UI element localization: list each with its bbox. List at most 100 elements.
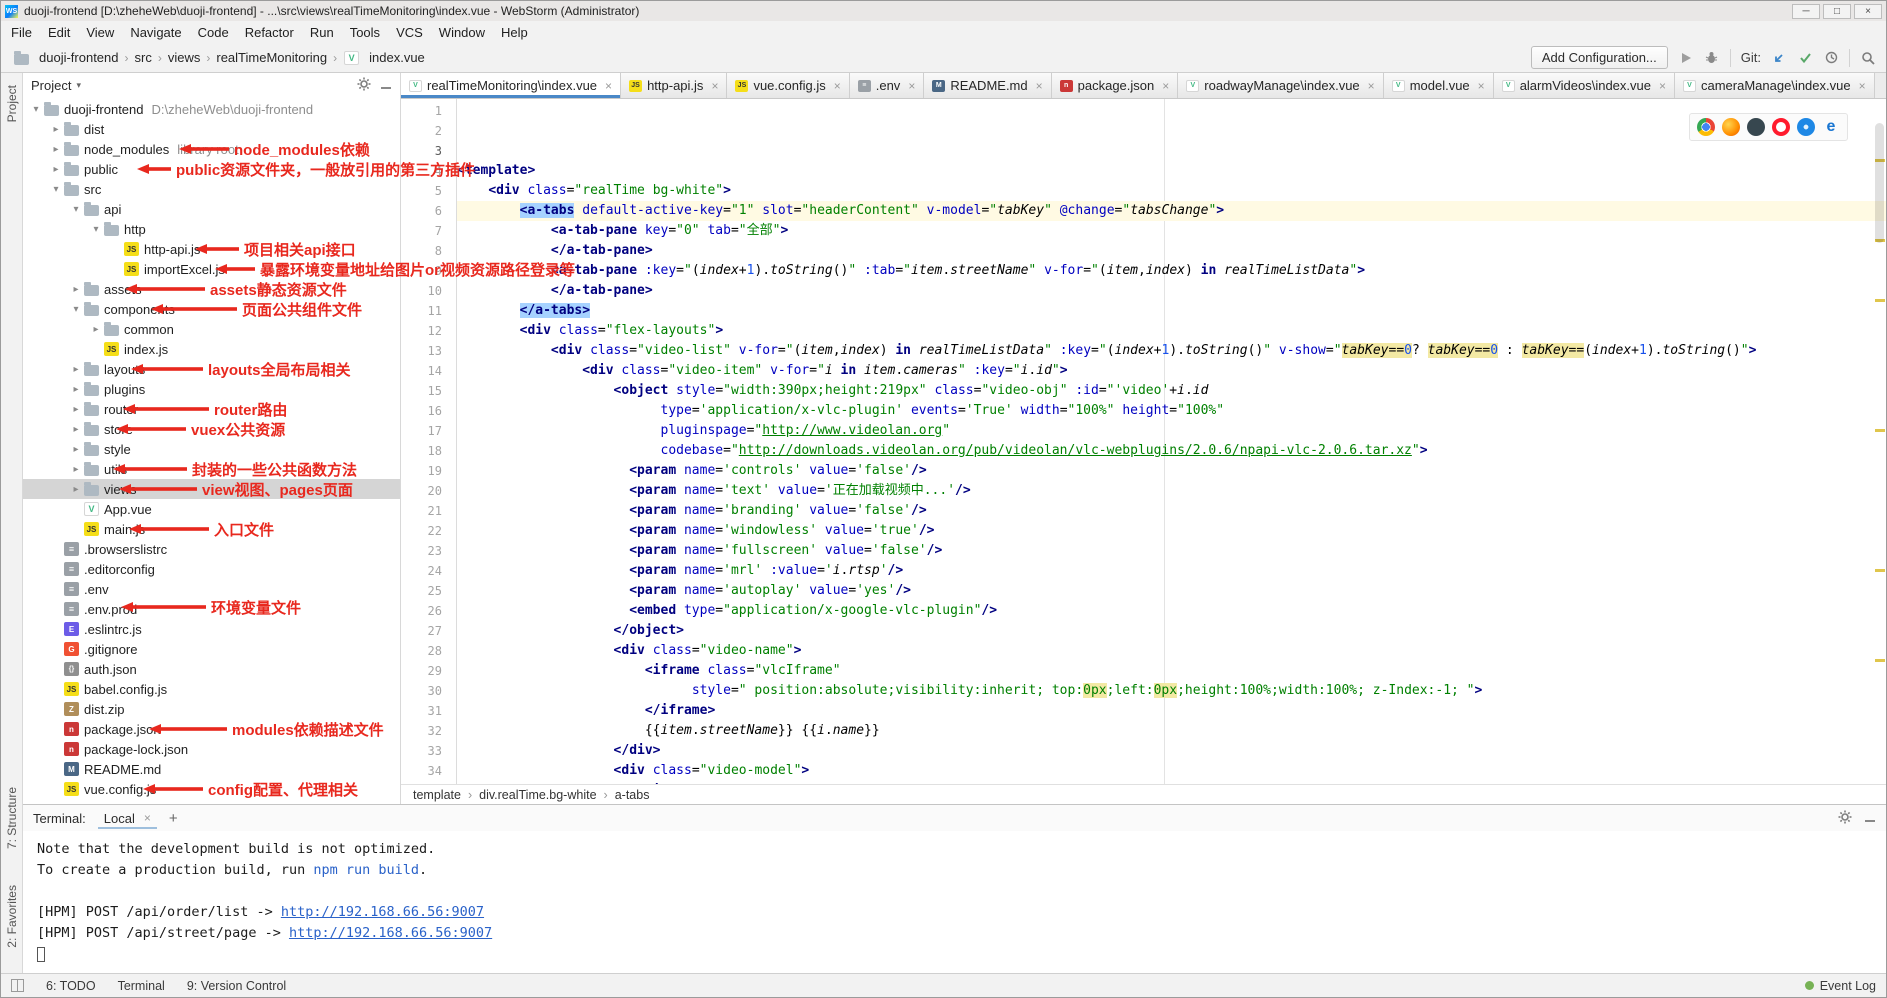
close-icon[interactable]: × xyxy=(144,811,151,825)
tree-item-.gitignore[interactable]: G.gitignore xyxy=(23,639,400,659)
tool-windows-toggle-icon[interactable] xyxy=(11,979,24,992)
tree-item-auth.json[interactable]: {}auth.json xyxy=(23,659,400,679)
editor[interactable]: 1234567891011121314151617181920212223242… xyxy=(401,99,1886,784)
tree-item-assets[interactable]: ▸assets xyxy=(23,279,400,299)
status-item-9-version-control[interactable]: 9: Version Control xyxy=(187,979,286,993)
breadcrumb-item-duoji-frontend[interactable]: duoji-frontend xyxy=(11,50,121,65)
tree-item-public[interactable]: ▸public xyxy=(23,159,400,179)
add-configuration-button[interactable]: Add Configuration... xyxy=(1531,46,1668,69)
menu-help[interactable]: Help xyxy=(493,23,536,42)
editor-tab-package.json[interactable]: npackage.json× xyxy=(1052,73,1179,98)
tree-item-app.vue[interactable]: VApp.vue xyxy=(23,499,400,519)
status-item-terminal[interactable]: Terminal xyxy=(118,979,165,993)
close-icon[interactable]: × xyxy=(1478,79,1485,93)
tree-item-common[interactable]: ▸common xyxy=(23,319,400,339)
chevron-collapsed-icon[interactable]: ▸ xyxy=(49,144,63,155)
dark-icon[interactable] xyxy=(1747,118,1765,136)
tree-item-importexcel.js[interactable]: JSimportExcel.js xyxy=(23,259,400,279)
tree-item-layouts[interactable]: ▸layouts xyxy=(23,359,400,379)
close-icon[interactable]: × xyxy=(1859,79,1866,93)
tree-item-.eslintrc.js[interactable]: E.eslintrc.js xyxy=(23,619,400,639)
editor-tab-vue.config.js[interactable]: JSvue.config.js× xyxy=(727,73,849,98)
editor-scrollbar[interactable] xyxy=(1875,123,1884,243)
ie-icon[interactable]: e xyxy=(1822,118,1840,136)
code-area[interactable]: <template> <div class="realTime bg-white… xyxy=(457,99,1886,784)
tree-item-store[interactable]: ▸store xyxy=(23,419,400,439)
close-button[interactable]: × xyxy=(1854,4,1882,19)
debug-icon[interactable] xyxy=(1704,50,1720,66)
breadcrumb-item-src[interactable]: src xyxy=(133,50,154,65)
hide-panel-icon[interactable] xyxy=(1864,811,1876,826)
editor-tab-.env[interactable]: ≡.env× xyxy=(850,73,925,98)
stripe-project-label[interactable]: Project xyxy=(5,85,19,122)
tree-item-views[interactable]: ▸views xyxy=(23,479,400,499)
menu-refactor[interactable]: Refactor xyxy=(237,23,302,42)
terminal-tab-local[interactable]: Local × xyxy=(98,808,157,829)
run-icon[interactable] xyxy=(1678,50,1694,66)
editor-breadcrumb-a-tabs[interactable]: a-tabs xyxy=(615,788,650,802)
menu-navigate[interactable]: Navigate xyxy=(122,23,189,42)
tree-item-main.js[interactable]: JSmain.js xyxy=(23,519,400,539)
editor-tab-roadwaymanage-index.vue[interactable]: VroadwayManage\index.vue× xyxy=(1178,73,1383,98)
status-item-6-todo[interactable]: 6: TODO xyxy=(46,979,96,993)
chevron-expanded-icon[interactable]: ▾ xyxy=(29,104,43,115)
chevron-expanded-icon[interactable]: ▾ xyxy=(49,184,63,195)
tree-item-node-modules[interactable]: ▸node_moduleslibrary root xyxy=(23,139,400,159)
tree-item-utils[interactable]: ▸utils xyxy=(23,459,400,479)
tree-item-.env[interactable]: ≡.env xyxy=(23,579,400,599)
settings-icon[interactable] xyxy=(357,77,371,94)
stripe-7-structure-label[interactable]: 7: Structure xyxy=(5,787,19,849)
terminal-cursor[interactable] xyxy=(37,947,45,962)
tree-item-readme.md[interactable]: MREADME.md xyxy=(23,759,400,779)
editor-tab-realtimemonitoring-index.vue[interactable]: VrealTimeMonitoring\index.vue× xyxy=(401,73,621,98)
tree-item-plugins[interactable]: ▸plugins xyxy=(23,379,400,399)
opera-icon[interactable] xyxy=(1772,118,1790,136)
chevron-down-icon[interactable]: ▾ xyxy=(76,80,81,91)
chevron-collapsed-icon[interactable]: ▸ xyxy=(69,444,83,455)
tree-item-http[interactable]: ▾http xyxy=(23,219,400,239)
chevron-collapsed-icon[interactable]: ▸ xyxy=(69,384,83,395)
editor-tab-cameramanage-index.vue[interactable]: VcameraManage\index.vue× xyxy=(1675,73,1875,98)
terminal-output[interactable]: Note that the development build is not o… xyxy=(23,831,1886,973)
stripe-2-favorites-label[interactable]: 2: Favorites xyxy=(5,885,19,948)
git-commit-icon[interactable] xyxy=(1797,50,1813,66)
close-icon[interactable]: × xyxy=(908,79,915,93)
close-icon[interactable]: × xyxy=(1368,79,1375,93)
tree-item-babel.config.js[interactable]: JSbabel.config.js xyxy=(23,679,400,699)
chevron-expanded-icon[interactable]: ▾ xyxy=(69,304,83,315)
settings-icon[interactable] xyxy=(1838,810,1852,827)
title-bar[interactable]: WS duoji-frontend [D:\zheheWeb\duoji-fro… xyxy=(1,1,1886,21)
new-terminal-icon[interactable]: + xyxy=(169,810,178,827)
chrome-icon[interactable] xyxy=(1697,118,1715,136)
chevron-collapsed-icon[interactable]: ▸ xyxy=(69,424,83,435)
maximize-button[interactable]: □ xyxy=(1823,4,1851,19)
tree-item-dist.zip[interactable]: Zdist.zip xyxy=(23,699,400,719)
chevron-collapsed-icon[interactable]: ▸ xyxy=(69,284,83,295)
close-icon[interactable]: × xyxy=(834,79,841,93)
menu-file[interactable]: File xyxy=(3,23,40,42)
chevron-collapsed-icon[interactable]: ▸ xyxy=(69,464,83,475)
close-icon[interactable]: × xyxy=(711,79,718,93)
editor-tab-model.vue[interactable]: Vmodel.vue× xyxy=(1384,73,1494,98)
editor-tab-http-api.js[interactable]: JShttp-api.js× xyxy=(621,73,727,98)
tree-item-index.js[interactable]: JSindex.js xyxy=(23,339,400,359)
chevron-collapsed-icon[interactable]: ▸ xyxy=(69,404,83,415)
menu-vcs[interactable]: VCS xyxy=(388,23,431,42)
chevron-collapsed-icon[interactable]: ▸ xyxy=(89,324,103,335)
tree-item-.env.prod[interactable]: ≡.env.prod xyxy=(23,599,400,619)
chevron-expanded-icon[interactable]: ▾ xyxy=(69,204,83,215)
menu-window[interactable]: Window xyxy=(431,23,493,42)
tree-item-dist[interactable]: ▸dist xyxy=(23,119,400,139)
chevron-collapsed-icon[interactable]: ▸ xyxy=(69,364,83,375)
safari-icon[interactable] xyxy=(1797,118,1815,136)
close-icon[interactable]: × xyxy=(1036,79,1043,93)
minimize-button[interactable]: ─ xyxy=(1792,4,1820,19)
tree-item-router[interactable]: ▸router xyxy=(23,399,400,419)
chevron-collapsed-icon[interactable]: ▸ xyxy=(69,484,83,495)
firefox-icon[interactable] xyxy=(1722,118,1740,136)
event-log-button[interactable]: Event Log xyxy=(1805,979,1876,993)
chevron-expanded-icon[interactable]: ▾ xyxy=(89,224,103,235)
tree-item-style[interactable]: ▸style xyxy=(23,439,400,459)
menu-code[interactable]: Code xyxy=(190,23,237,42)
menu-view[interactable]: View xyxy=(78,23,122,42)
